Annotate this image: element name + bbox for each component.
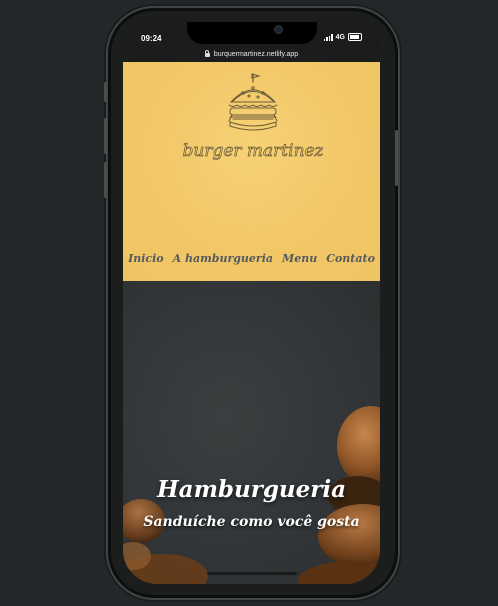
hero-section: Hamburgueria Sanduíche como você gosta <box>123 281 380 584</box>
volume-down-button <box>104 162 107 198</box>
volume-up-button <box>104 118 107 154</box>
main-nav: Inicio A hamburgueria Menu Contato <box>123 252 380 274</box>
lock-icon <box>204 50 210 57</box>
network-type: 4G <box>335 33 345 41</box>
mute-switch <box>104 82 107 102</box>
signal-icon <box>323 33 333 41</box>
camera-icon <box>275 26 282 33</box>
url-text[interactable]: burquermartinez.netlify.app <box>214 51 298 58</box>
address-bar[interactable]: burquermartinez.netlify.app <box>123 46 380 62</box>
home-indicator[interactable] <box>207 572 297 575</box>
site-header: burger martinez Inicio A hamburgueria Me… <box>123 62 380 281</box>
status-bar: 09:24 4G burquermartinez.netlify.app <box>123 22 380 62</box>
battery-icon <box>348 33 362 41</box>
nav-contato[interactable]: Contato <box>326 252 375 274</box>
nav-menu[interactable]: Menu <box>282 252 317 274</box>
burger-sketch-icon[interactable]: burger martinez <box>183 72 323 182</box>
nav-inicio[interactable]: Inicio <box>128 252 164 274</box>
status-time: 09:24 <box>141 34 162 43</box>
notch <box>187 22 317 44</box>
logo-text: burger martinez <box>183 141 323 161</box>
hero-subtitle: Sanduíche como você gosta <box>143 514 360 530</box>
hero-title: Hamburgueria <box>156 476 347 503</box>
status-indicators: 4G <box>323 33 362 41</box>
phone-screen: 09:24 4G burquermartinez.netlify.app bur… <box>123 22 380 584</box>
burger-photo <box>123 406 380 584</box>
nav-a-hamburgueria[interactable]: A hamburgueria <box>173 252 273 274</box>
power-button <box>395 130 398 186</box>
